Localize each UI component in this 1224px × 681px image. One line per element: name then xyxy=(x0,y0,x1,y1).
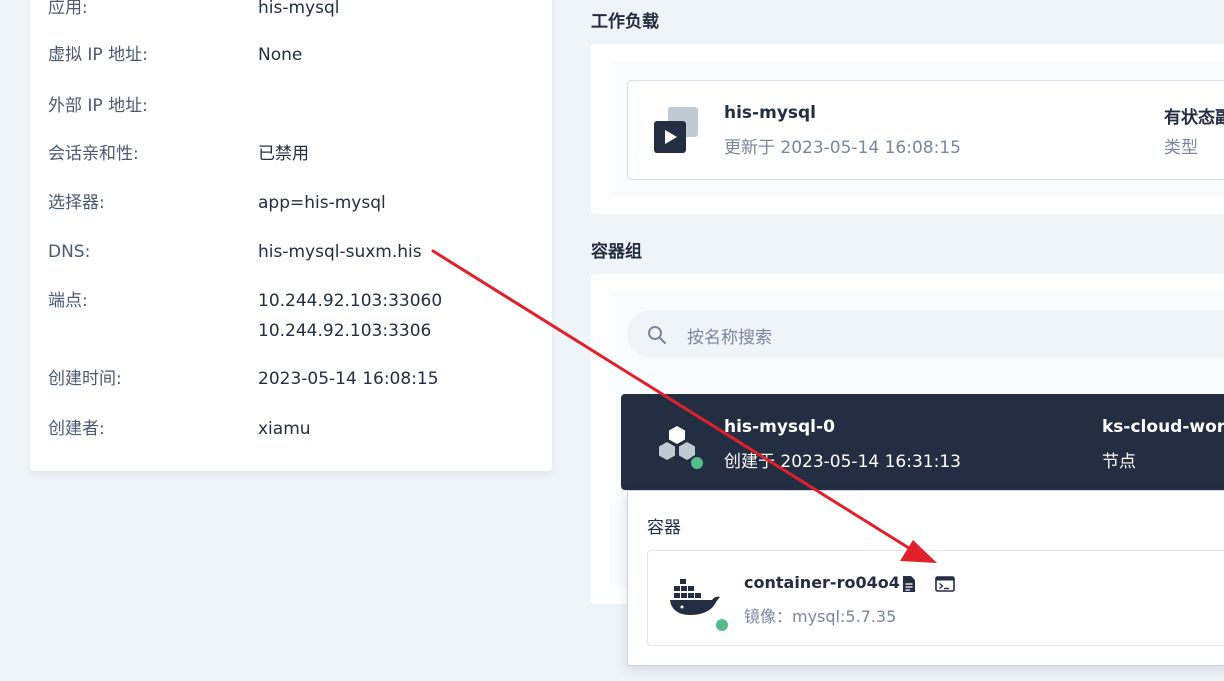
annotation-arrow xyxy=(431,249,937,563)
